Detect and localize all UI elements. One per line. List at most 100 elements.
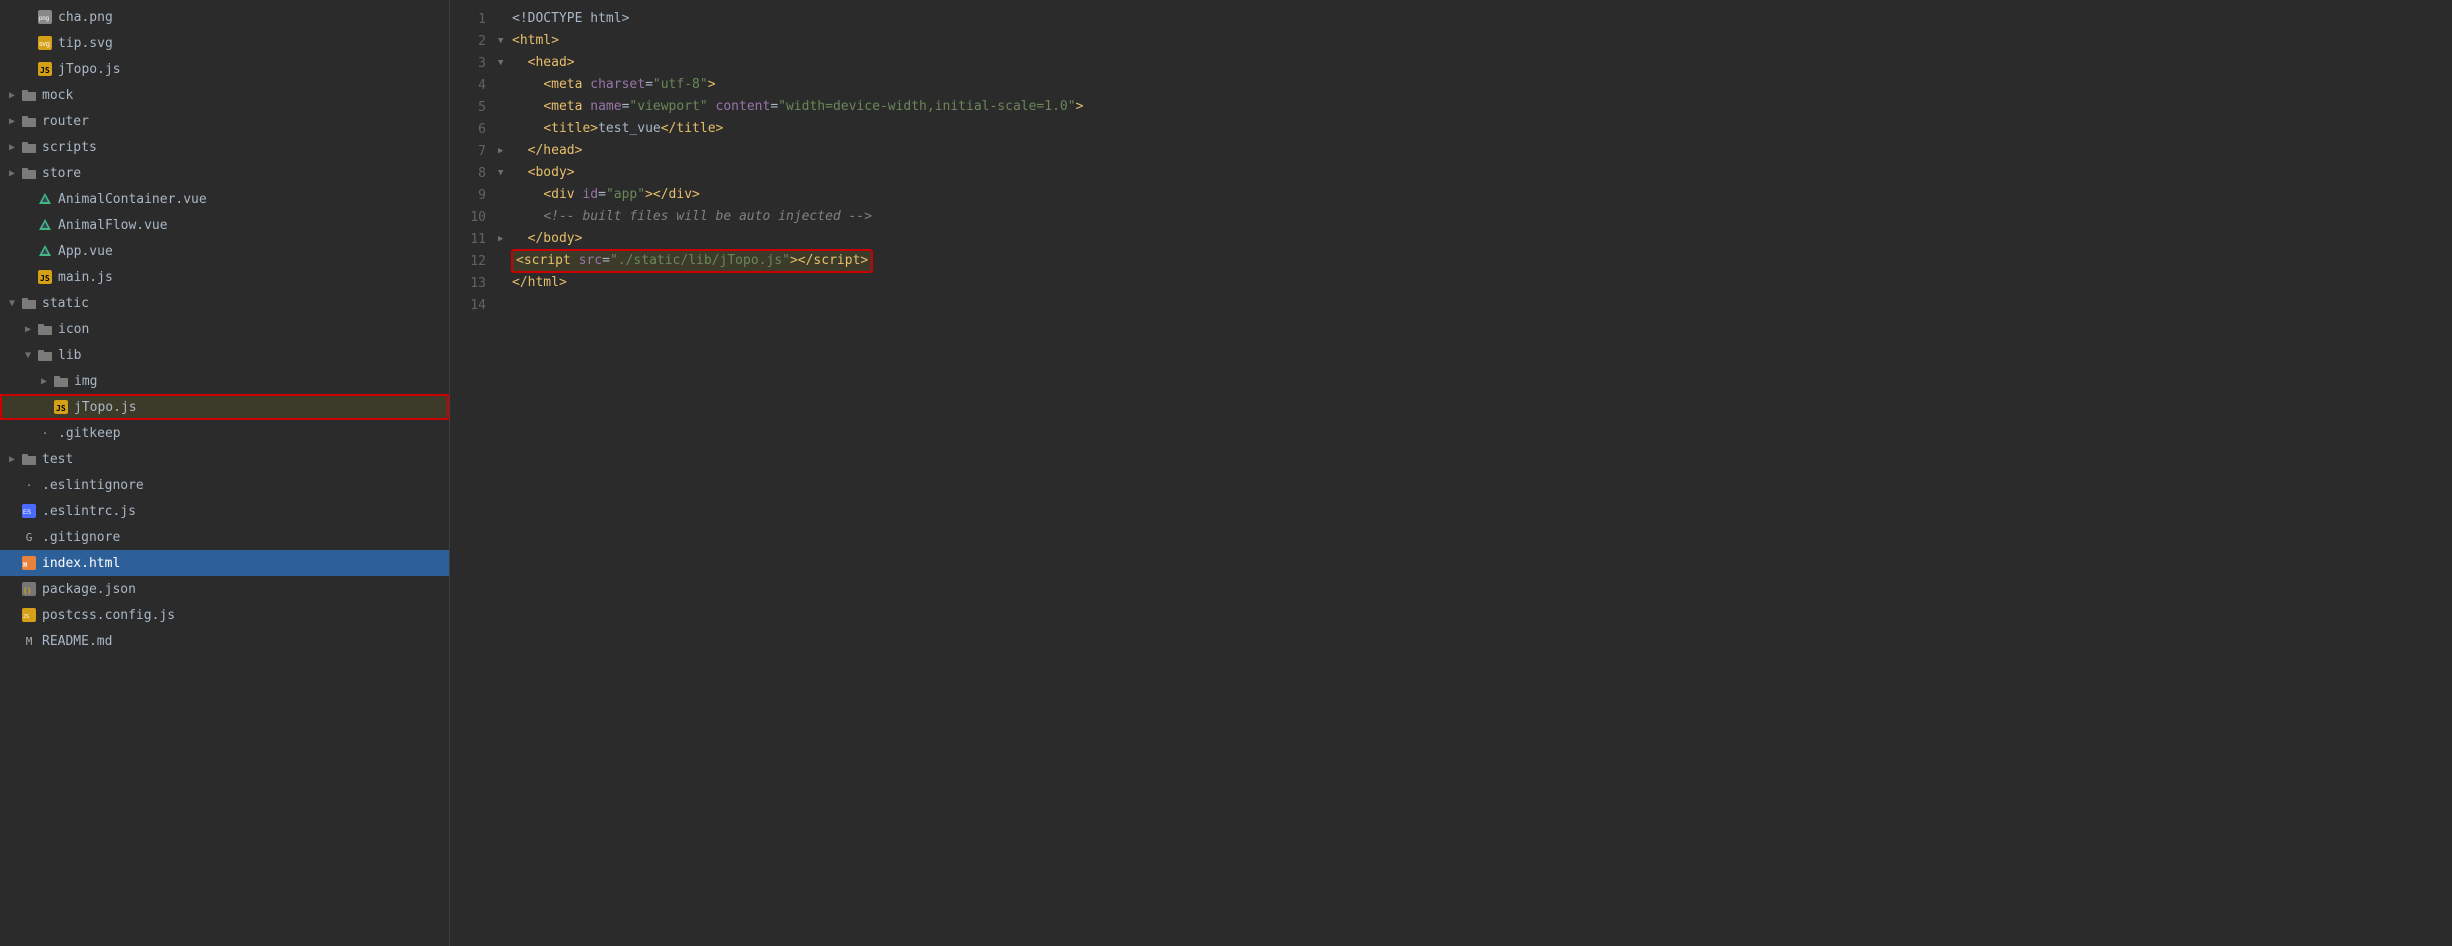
folder-icon [20, 452, 38, 466]
sidebar-item-store[interactable]: store [0, 160, 449, 186]
sidebar-item-label: cha.png [58, 10, 449, 25]
sidebar-item-label: index.html [42, 556, 449, 571]
sidebar-item-label: static [42, 296, 449, 311]
svg-text:svg: svg [39, 41, 50, 48]
folder-icon [36, 348, 54, 362]
sidebar-item-label: mock [42, 88, 449, 103]
sidebar-item-label: package.json [42, 582, 449, 597]
code-line-6: 6 <title>test_vue</title> [450, 118, 2452, 140]
sidebar-item-static[interactable]: static [0, 290, 449, 316]
code-line-2: 2▼<html> [450, 30, 2452, 52]
line-number: 12 [450, 254, 498, 269]
js-icon: JS [36, 270, 54, 284]
file-tree: png cha.png svg tip.svg JSjTopo.js mock rout… [0, 0, 450, 946]
sidebar-item-cha-png[interactable]: png cha.png [0, 4, 449, 30]
sidebar-item-label: .eslintignore [42, 478, 449, 493]
svg-text:png: png [39, 16, 49, 22]
code-line-8: 8▼ <body> [450, 162, 2452, 184]
line-content: <body> [512, 162, 2436, 184]
sidebar-item-label: postcss.config.js [42, 608, 449, 623]
png-icon: png [36, 10, 54, 24]
sidebar-item-scripts[interactable]: scripts [0, 134, 449, 160]
vue-icon [36, 192, 54, 206]
svg-text:JS: JS [40, 66, 50, 75]
line-content: <title>test_vue</title> [512, 118, 2436, 140]
code-editor: 1 <!DOCTYPE html>2▼<html>3▼ <head>4 <met… [450, 0, 2452, 946]
sidebar-item-app-vue[interactable]: App.vue [0, 238, 449, 264]
line-content: <meta charset="utf-8"> [512, 74, 2436, 96]
sidebar-item-label: AnimalFlow.vue [58, 218, 449, 233]
fold-arrow[interactable]: ▼ [498, 58, 512, 68]
sidebar-item-label: router [42, 114, 449, 129]
svg-text:{}: {} [23, 587, 31, 595]
sidebar-item-label: img [74, 374, 449, 389]
sidebar-item-tip-svg[interactable]: svg tip.svg [0, 30, 449, 56]
sidebar-item-eslintignore[interactable]: ·.eslintignore [0, 472, 449, 498]
sidebar-item-label: README.md [42, 634, 449, 649]
sidebar-item-package-json[interactable]: {} package.json [0, 576, 449, 602]
sidebar-item-index-html[interactable]: Hindex.html [0, 550, 449, 576]
sidebar-item-jTopo-js-top[interactable]: JSjTopo.js [0, 56, 449, 82]
line-number: 7 [450, 144, 498, 159]
line-content: </body> [512, 228, 2436, 250]
sidebar-item-label: lib [58, 348, 449, 363]
line-content: <html> [512, 30, 2436, 52]
code-line-11: 11▶ </body> [450, 228, 2452, 250]
code-line-5: 5 <meta name="viewport" content="width=d… [450, 96, 2452, 118]
html-icon: H [20, 556, 38, 570]
sidebar-item-router[interactable]: router [0, 108, 449, 134]
sidebar-item-jTopo-js[interactable]: JSjTopo.js [0, 394, 449, 420]
vue-icon [36, 218, 54, 232]
sidebar-item-img[interactable]: img [0, 368, 449, 394]
line-content: </head> [512, 140, 2436, 162]
code-line-7: 7▶ </head> [450, 140, 2452, 162]
postcss-icon: JS [20, 608, 38, 622]
sidebar-item-mock[interactable]: mock [0, 82, 449, 108]
fold-arrow[interactable]: ▼ [498, 36, 512, 46]
sidebar-item-label: .eslintrc.js [42, 504, 449, 519]
svg-text:JS: JS [56, 404, 66, 413]
sidebar-item-eslintrc-js[interactable]: ES .eslintrc.js [0, 498, 449, 524]
sidebar-item-lib[interactable]: lib [0, 342, 449, 368]
fold-arrow[interactable]: ▶ [498, 234, 512, 244]
fold-arrow[interactable]: ▶ [498, 146, 512, 156]
code-line-4: 4 <meta charset="utf-8"> [450, 74, 2452, 96]
svg-icon: svg [36, 36, 54, 50]
code-line-12: 12 <script src="./static/lib/jTopo.js"><… [450, 250, 2452, 272]
sidebar-item-animal-container-vue[interactable]: AnimalContainer.vue [0, 186, 449, 212]
vue-icon [36, 244, 54, 258]
sidebar-item-label: scripts [42, 140, 449, 155]
md-icon: M [20, 634, 38, 648]
line-number: 5 [450, 100, 498, 115]
code-line-10: 10 <!-- built files will be auto injecte… [450, 206, 2452, 228]
sidebar-item-animal-flow-vue[interactable]: AnimalFlow.vue [0, 212, 449, 238]
folder-icon [20, 140, 38, 154]
folder-icon [36, 322, 54, 336]
sidebar-item-test[interactable]: test [0, 446, 449, 472]
sidebar-item-icon[interactable]: icon [0, 316, 449, 342]
sidebar-item-label: tip.svg [58, 36, 449, 51]
svg-text:JS: JS [23, 614, 29, 620]
line-content: <meta name="viewport" content="width=dev… [512, 96, 2436, 118]
line-number: 2 [450, 34, 498, 49]
js-icon: JS [52, 400, 70, 414]
line-number: 14 [450, 298, 498, 313]
sidebar-item-gitignore[interactable]: G.gitignore [0, 524, 449, 550]
svg-text:ES: ES [23, 510, 31, 516]
line-number: 6 [450, 122, 498, 137]
sidebar-item-readme-md[interactable]: M README.md [0, 628, 449, 654]
folder-icon [20, 296, 38, 310]
gitignore-icon: G [20, 530, 38, 544]
sidebar-item-label: main.js [58, 270, 449, 285]
sidebar-item-main-js[interactable]: JS main.js [0, 264, 449, 290]
sidebar-item-label: test [42, 452, 449, 467]
eslint-icon: ES [20, 504, 38, 518]
fold-arrow[interactable]: ▼ [498, 168, 512, 178]
line-number: 1 [450, 12, 498, 27]
line-content: <head> [512, 52, 2436, 74]
sidebar-item-label: AnimalContainer.vue [58, 192, 449, 207]
sidebar-item-gitkeep[interactable]: ·.gitkeep [0, 420, 449, 446]
line-number: 10 [450, 210, 498, 225]
code-line-1: 1 <!DOCTYPE html> [450, 8, 2452, 30]
sidebar-item-postcss-config-js[interactable]: JS postcss.config.js [0, 602, 449, 628]
